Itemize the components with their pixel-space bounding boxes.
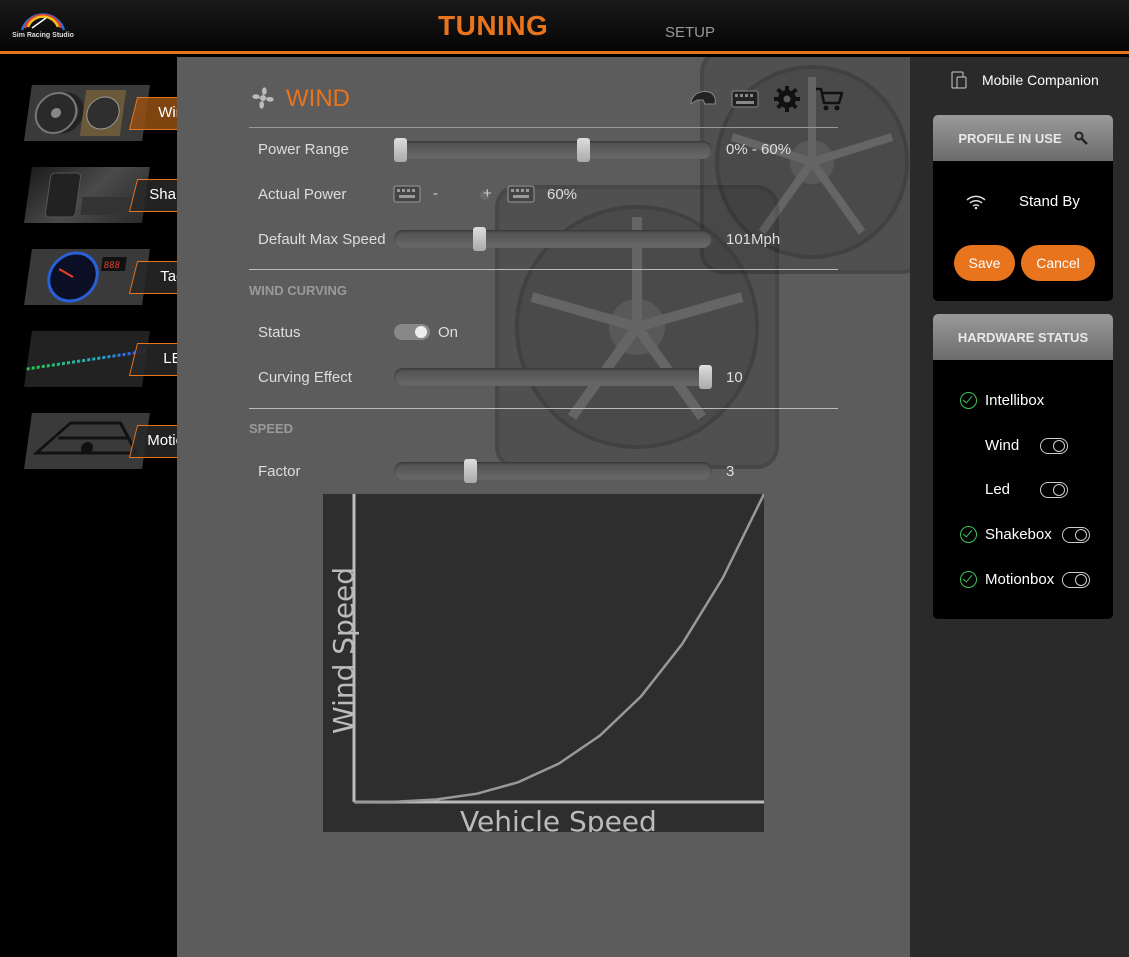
default-max-speed-value: 101Mph xyxy=(726,231,781,248)
hardware-item-shakebox: Shakebox xyxy=(985,526,1052,543)
section-title: SPEED xyxy=(249,421,294,436)
logo[interactable]: Sim Racing Studio xyxy=(8,8,78,44)
default-max-speed-slider[interactable] xyxy=(394,227,712,251)
shakebox-toggle[interactable] xyxy=(1062,527,1090,543)
motionbox-toggle[interactable] xyxy=(1062,572,1090,588)
wind-curve-line xyxy=(353,493,766,804)
wind-curve-chart: Vehicle Speed Wind Speed xyxy=(323,493,766,838)
section-title: WIND CURVING xyxy=(249,283,347,298)
header-icons xyxy=(689,85,843,113)
tach-thumbnail: 888 xyxy=(24,249,150,305)
check-icon xyxy=(960,571,977,588)
mobile-companion-link[interactable]: Mobile Companion xyxy=(950,71,1099,89)
led-thumbnail xyxy=(24,331,150,387)
status-value: On xyxy=(438,324,459,341)
hardware-item-intellibox: Intellibox xyxy=(985,392,1045,409)
hardware-title: HARDWARE STATUS xyxy=(957,329,1089,345)
tachometer-thumbnail-icon: 888 xyxy=(47,251,127,303)
profile-card: PROFILE IN USE Stand By Save Cancel xyxy=(933,115,1113,301)
check-icon xyxy=(960,526,977,543)
keyboard-icon[interactable] xyxy=(731,89,759,109)
increase-button[interactable]: + xyxy=(483,185,492,202)
top-bar: Sim Racing Studio TUNING SETUP xyxy=(0,0,1129,54)
actual-power-value: 60% xyxy=(547,186,578,203)
check-icon xyxy=(960,392,977,409)
power-range-high-handle[interactable] xyxy=(577,138,590,162)
decrease-button[interactable]: - xyxy=(433,185,438,202)
page-title: WIND xyxy=(286,85,350,112)
status-toggle[interactable] xyxy=(394,324,430,340)
save-button[interactable]: Save xyxy=(954,245,1015,281)
y-axis-label: Wind Speed xyxy=(327,567,360,734)
hardware-header: HARDWARE STATUS xyxy=(933,314,1113,360)
profile-header: PROFILE IN USE xyxy=(933,115,1113,161)
gear-icon[interactable] xyxy=(773,85,801,113)
motion-thumbnail xyxy=(24,413,150,469)
fan-thumbnail-icon xyxy=(34,90,127,136)
wifi-icon xyxy=(966,195,986,210)
keyboard-icon[interactable] xyxy=(507,185,535,203)
shake-thumbnail xyxy=(24,167,150,223)
profile-title: PROFILE IN USE xyxy=(958,130,1062,146)
cart-icon[interactable] xyxy=(815,85,843,113)
logo-arc-icon xyxy=(20,13,66,31)
actual-power-label: Actual Power xyxy=(258,186,347,203)
seat-thumbnail-icon xyxy=(44,172,133,218)
status-label: Status xyxy=(258,324,301,341)
power-range-label: Power Range xyxy=(258,141,349,158)
fan-icon xyxy=(252,87,274,109)
power-range-value: 0% - 60% xyxy=(726,141,792,158)
keyboard-icon[interactable] xyxy=(393,185,421,203)
divider xyxy=(249,269,838,270)
curving-effect-slider[interactable] xyxy=(394,365,712,389)
helmet-icon[interactable] xyxy=(689,88,717,110)
divider xyxy=(249,127,838,128)
tab-setup[interactable]: SETUP xyxy=(665,24,715,41)
motion-rig-thumbnail-icon xyxy=(32,421,139,455)
default-max-speed-label: Default Max Speed xyxy=(258,231,386,248)
cancel-button[interactable]: Cancel xyxy=(1021,245,1095,281)
led-toggle[interactable] xyxy=(1040,482,1068,498)
sidebar: Wind Shake 888 Tach LED xyxy=(0,57,216,957)
hardware-item-led: Led xyxy=(985,481,1011,498)
wind-thumbnail xyxy=(24,85,150,141)
search-icon[interactable] xyxy=(1074,131,1088,145)
led-strip-thumbnail-icon xyxy=(26,349,148,371)
slider-handle[interactable] xyxy=(699,365,712,389)
profile-status: Stand By xyxy=(1019,193,1080,210)
right-panel: Mobile Companion PROFILE IN USE Stand By… xyxy=(910,57,1129,957)
slider-handle[interactable] xyxy=(473,227,486,251)
curving-effect-value: 10 xyxy=(726,369,743,386)
wind-toggle[interactable] xyxy=(1040,438,1068,454)
mobile-icon xyxy=(951,71,967,89)
hardware-item-wind: Wind xyxy=(985,437,1020,454)
hardware-item-motionbox: Motionbox xyxy=(985,571,1055,588)
slider-handle[interactable] xyxy=(464,459,477,483)
wind-curve-plot: Vehicle Speed Wind Speed xyxy=(327,493,766,838)
main-panel: WIND Power Range 0% - 60% Actual Power -… xyxy=(177,57,910,957)
factor-label: Factor xyxy=(258,463,301,480)
mobile-companion-label: Mobile Companion xyxy=(982,72,1099,88)
tab-tuning[interactable]: TUNING xyxy=(438,10,548,42)
svg-text:888: 888 xyxy=(103,261,121,271)
power-range-slider[interactable] xyxy=(394,138,712,162)
factor-slider[interactable] xyxy=(394,459,712,483)
hardware-status-card: HARDWARE STATUS Intellibox Wind Led Shak… xyxy=(933,314,1113,619)
curving-effect-label: Curving Effect xyxy=(258,369,352,386)
factor-value: 3 xyxy=(726,463,735,480)
x-axis-label: Vehicle Speed xyxy=(460,805,657,832)
power-range-low-handle[interactable] xyxy=(394,138,407,162)
logo-text: Sim Racing Studio xyxy=(12,32,74,39)
divider xyxy=(249,408,838,409)
